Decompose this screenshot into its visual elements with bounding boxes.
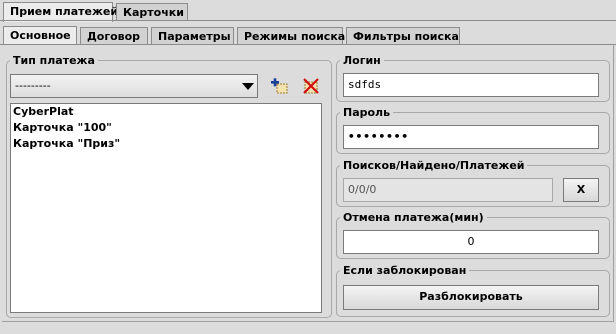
login-legend: Логин xyxy=(343,54,381,67)
password-legend: Пароль xyxy=(343,106,391,119)
main-panel: Тип платежа --------- CyberPlat Карточка… xyxy=(2,45,614,322)
tab-search-modes[interactable]: Режимы поиска xyxy=(237,27,345,44)
tab-search-filters[interactable]: Фильтры поиска xyxy=(346,27,460,44)
list-item[interactable]: Карточка "Приз" xyxy=(11,136,321,152)
tab-main[interactable]: Основное xyxy=(3,26,77,44)
cancel-legend: Отмена платежа(мин) xyxy=(343,211,484,224)
tab-parameters[interactable]: Параметры xyxy=(151,27,234,44)
counts-legend: Поисков/Найдено/Платежей xyxy=(343,159,525,172)
chevron-down-icon[interactable] xyxy=(242,83,254,90)
cancel-minutes-field[interactable]: 0 xyxy=(343,230,599,254)
add-icon[interactable] xyxy=(268,75,290,97)
payment-type-legend: Тип платежа xyxy=(13,54,95,67)
tab-payment-accept[interactable]: Прием платежей xyxy=(3,2,118,22)
tab-cards[interactable]: Карточки xyxy=(116,3,188,20)
unblock-button[interactable]: Разблокировать xyxy=(343,285,599,310)
blocked-legend: Если заблокирован xyxy=(343,264,467,277)
counts-field: 0/0/0 xyxy=(343,178,553,202)
password-field[interactable]: •••••••• xyxy=(343,125,599,149)
tab-bar-divider xyxy=(0,20,616,21)
login-field[interactable]: sdfds xyxy=(343,73,599,97)
list-item[interactable]: CyberPlat xyxy=(11,104,321,120)
payment-type-list[interactable]: CyberPlat Карточка "100" Карточка "Приз" xyxy=(10,103,322,313)
tab-contract[interactable]: Договор xyxy=(80,27,148,44)
reset-counts-button[interactable]: X xyxy=(563,178,599,202)
payment-type-select[interactable]: --------- xyxy=(10,74,258,98)
payment-type-selected: --------- xyxy=(15,79,51,92)
list-item[interactable]: Карточка "100" xyxy=(11,120,321,136)
delete-icon[interactable] xyxy=(300,75,322,97)
